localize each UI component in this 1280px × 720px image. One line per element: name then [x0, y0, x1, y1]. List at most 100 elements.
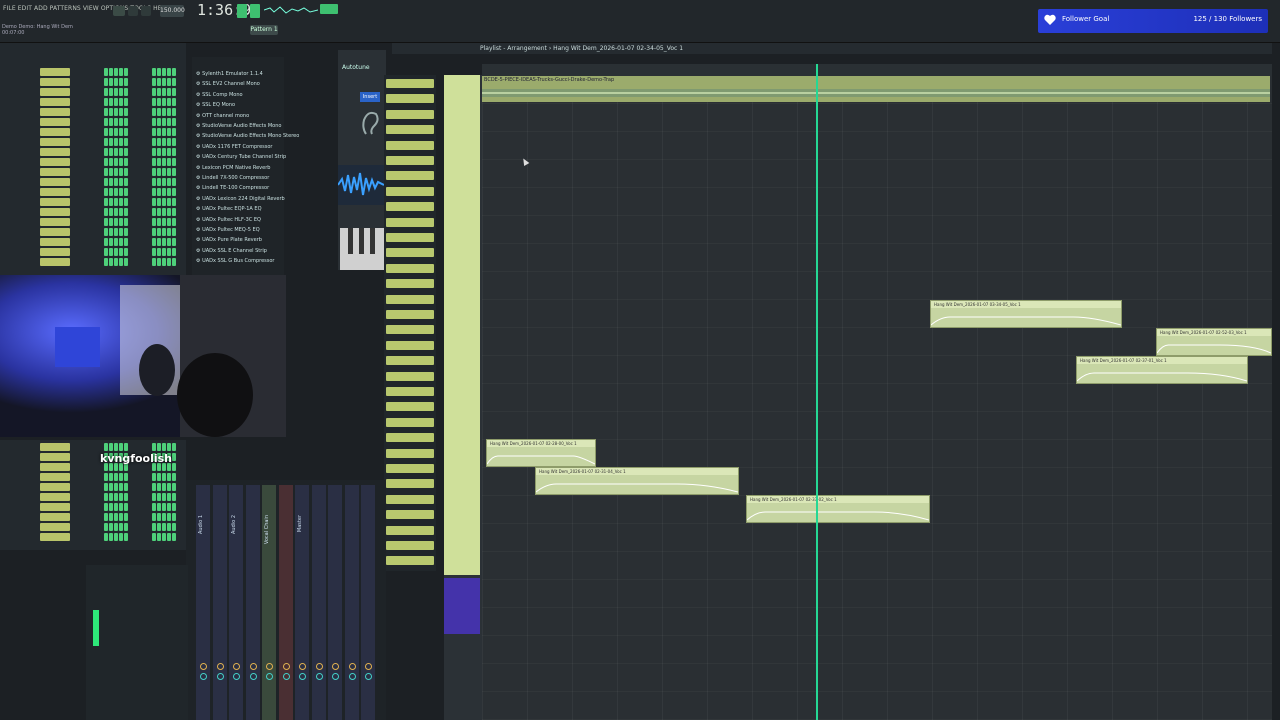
- pattern-item[interactable]: [386, 494, 434, 504]
- step-sequencer[interactable]: [104, 523, 129, 531]
- step-sequencer[interactable]: [104, 158, 129, 166]
- pan-knob[interactable]: [315, 663, 323, 670]
- channel-row[interactable]: [0, 227, 186, 237]
- channel-row[interactable]: [0, 482, 186, 492]
- playhead[interactable]: [816, 64, 818, 720]
- channel-row[interactable]: [0, 472, 186, 482]
- channel-name-button[interactable]: [40, 523, 70, 531]
- mixer-channel-strip[interactable]: [212, 485, 227, 720]
- audio-clip-vocal[interactable]: Hang Wit Dem_2026-01-07 02-52-03_Voc 1: [1156, 328, 1272, 356]
- pattern-item[interactable]: [386, 294, 434, 304]
- pattern-item[interactable]: [386, 464, 434, 473]
- channel-row[interactable]: [0, 237, 186, 247]
- pattern-item[interactable]: [386, 340, 434, 350]
- pan-knob[interactable]: [332, 663, 339, 670]
- step-sequencer[interactable]: [104, 208, 129, 216]
- timeline-ruler[interactable]: [482, 64, 1272, 76]
- pattern-item[interactable]: [386, 171, 434, 181]
- browser-item[interactable]: ⚙ Lexicon PCM Native Reverb: [196, 165, 270, 171]
- browser-item[interactable]: ⚙ UADx 1176 FET Compressor: [196, 144, 272, 150]
- pattern-item[interactable]: [386, 233, 434, 242]
- pattern-item[interactable]: [386, 525, 434, 535]
- volume-knob[interactable]: [216, 673, 224, 680]
- channel-name-button[interactable]: [40, 493, 70, 501]
- volume-knob[interactable]: [348, 673, 356, 680]
- mixer-channel-strip[interactable]: [344, 485, 359, 720]
- browser-item[interactable]: ⚙ OTT channel mono: [196, 113, 249, 119]
- browser-item[interactable]: ⚙ StudioVerse Audio Effects Mono: [196, 123, 281, 129]
- step-sequencer[interactable]: [104, 258, 129, 266]
- step-sequencer[interactable]: [104, 168, 129, 176]
- step-sequencer[interactable]: [104, 483, 129, 491]
- pattern-item[interactable]: [386, 448, 434, 458]
- channel-row[interactable]: [0, 492, 186, 502]
- pattern-item[interactable]: [386, 217, 434, 227]
- step-sequencer[interactable]: [152, 78, 177, 86]
- step-sequencer[interactable]: [152, 148, 177, 156]
- step-sequencer[interactable]: [104, 188, 129, 196]
- browser-item[interactable]: ⚙ Sylenth1 Emulator 1.1.4: [196, 71, 263, 77]
- step-sequencer[interactable]: [104, 118, 129, 126]
- pan-knob[interactable]: [266, 663, 273, 670]
- pan-knob[interactable]: [200, 663, 207, 670]
- pattern-item[interactable]: [386, 263, 434, 273]
- channel-row[interactable]: [0, 107, 186, 117]
- pattern-item[interactable]: [386, 387, 434, 396]
- channel-name-button[interactable]: [40, 148, 70, 156]
- step-sequencer[interactable]: [104, 503, 129, 511]
- step-sequencer[interactable]: [152, 128, 177, 136]
- volume-knob[interactable]: [282, 673, 290, 680]
- browser-item[interactable]: ⚙ UADx Lexicon 224 Digital Reverb: [196, 196, 285, 202]
- pan-knob[interactable]: [249, 663, 257, 670]
- channel-row[interactable]: [0, 87, 186, 97]
- step-sequencer[interactable]: [104, 443, 129, 451]
- channel-name-button[interactable]: [40, 88, 70, 96]
- channel-row[interactable]: [0, 157, 186, 167]
- volume-knob[interactable]: [315, 673, 323, 680]
- pattern-item[interactable]: [386, 125, 434, 135]
- audio-clip-beat[interactable]: BCDE-5-PIECE-IDEAS-Trucks-Gucci-Drake-De…: [482, 76, 1270, 102]
- browser-item[interactable]: ⚙ SSL Comp Mono: [196, 92, 243, 98]
- step-sequencer[interactable]: [152, 493, 177, 501]
- track-header-strip[interactable]: [444, 75, 480, 575]
- channel-row[interactable]: [0, 127, 186, 137]
- channel-row[interactable]: [0, 532, 186, 542]
- browser-item[interactable]: ⚙ Lindell 7X-500 Compressor: [196, 175, 269, 181]
- pattern-selector[interactable]: Pattern 1: [250, 25, 278, 35]
- step-sequencer[interactable]: [152, 98, 177, 106]
- step-sequencer[interactable]: [152, 118, 177, 126]
- channel-row[interactable]: [0, 522, 186, 532]
- browser-item[interactable]: ⚙ Lindell TE-100 Compressor: [196, 185, 269, 191]
- volume-knob[interactable]: [200, 673, 207, 680]
- step-sequencer[interactable]: [104, 513, 129, 521]
- step-sequencer[interactable]: [152, 178, 177, 186]
- channel-row[interactable]: [0, 177, 186, 187]
- mixer-channel-strip[interactable]: [245, 485, 260, 720]
- pattern-item[interactable]: [386, 356, 434, 366]
- pattern-item[interactable]: [386, 186, 434, 196]
- step-sequencer[interactable]: [104, 138, 129, 146]
- channel-name-button[interactable]: [40, 443, 70, 451]
- playlist-grid[interactable]: [482, 76, 1272, 720]
- audio-clip-vocal[interactable]: Hang Wit Dem_2026-01-07 02-37-01_Voc 1: [1076, 356, 1248, 384]
- tempo-display[interactable]: 150.000: [160, 5, 185, 17]
- record-button[interactable]: [141, 6, 151, 16]
- browser-item[interactable]: ⚙ SSL EV2 Channel Mono: [196, 81, 260, 87]
- step-sequencer[interactable]: [104, 473, 129, 481]
- step-sequencer[interactable]: [152, 198, 177, 206]
- channel-name-button[interactable]: [40, 228, 70, 236]
- browser-item[interactable]: ⚙ UADx SSL E Channel Strip: [196, 248, 267, 254]
- step-sequencer[interactable]: [104, 228, 129, 236]
- step-sequencer[interactable]: [104, 78, 129, 86]
- step-sequencer[interactable]: [152, 248, 177, 256]
- pattern-item[interactable]: [386, 510, 434, 520]
- step-sequencer[interactable]: [104, 248, 129, 256]
- pattern-item[interactable]: [386, 479, 434, 489]
- pan-knob[interactable]: [233, 663, 240, 670]
- track-header-audio[interactable]: [444, 578, 480, 634]
- channel-name-button[interactable]: [40, 258, 70, 266]
- channel-row[interactable]: [0, 77, 186, 87]
- volume-knob[interactable]: [299, 673, 306, 680]
- channel-row[interactable]: [0, 247, 186, 257]
- step-sequencer[interactable]: [104, 238, 129, 246]
